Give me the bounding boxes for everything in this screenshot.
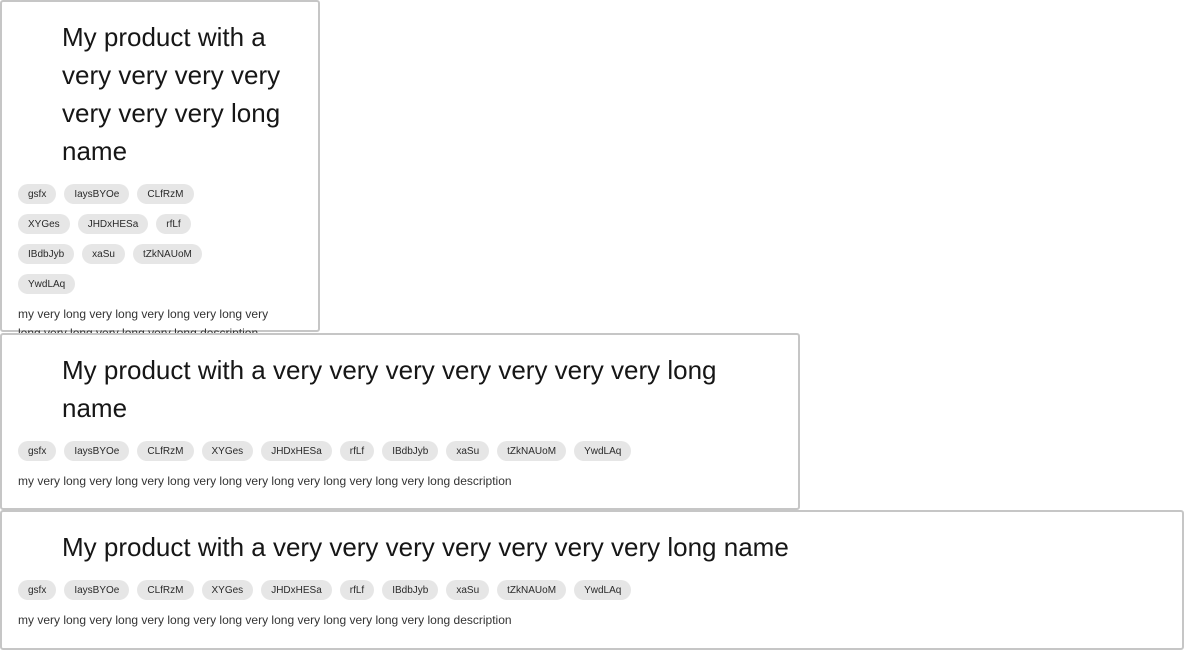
tag[interactable]: XYGes [201,441,254,461]
tag[interactable]: IaysBYOe [64,441,130,461]
tag[interactable]: YwdLAq [574,580,632,600]
tag[interactable]: rfLf [339,441,375,461]
tag[interactable]: YwdLAq [18,274,76,294]
tag[interactable]: IaysBYOe [64,184,130,204]
tag[interactable]: CLfRzM [137,441,194,461]
tag[interactable]: tZkNAUoM [497,441,567,461]
tag[interactable]: IBdbJyb [382,441,439,461]
tag[interactable]: xaSu [82,244,125,264]
product-description: my very long very long very long very lo… [18,613,512,627]
tag[interactable]: IBdbJyb [382,580,439,600]
product-title: My product with a very very very very ve… [62,532,789,562]
tag[interactable]: tZkNAUoM [497,580,567,600]
tag[interactable]: rfLf [156,214,191,234]
tag-list: gsfx IaysBYOe CLfRzM XYGes JHDxHESa rfLf… [18,580,1182,610]
tag[interactable]: rfLf [339,580,375,600]
tag[interactable]: CLfRzM [137,580,194,600]
product-card[interactable]: My product with a very very very very ve… [0,510,1184,650]
tag[interactable]: YwdLAq [574,441,632,461]
tag[interactable]: JHDxHESa [261,580,332,600]
tag[interactable]: gsfx [18,441,57,461]
product-title: My product with a very very very very ve… [62,355,717,423]
tag[interactable]: CLfRzM [137,184,194,204]
tag[interactable]: JHDxHESa [77,214,149,234]
tag[interactable]: XYGes [201,580,254,600]
tag[interactable]: IaysBYOe [64,580,130,600]
tag[interactable]: JHDxHESa [261,441,332,461]
product-title: My product with a very very very very ve… [62,22,281,166]
tag[interactable]: gsfx [18,580,57,600]
product-card[interactable]: My product with a very very very very ve… [0,333,800,510]
tag[interactable]: xaSu [446,580,490,600]
product-card[interactable]: My product with a very very very very ve… [0,0,320,340]
tag[interactable]: XYGes [18,214,70,234]
tag-list: gsfx IaysBYOe CLfRzM XYGes JHDxHESa rfLf… [18,184,318,304]
tag-list: gsfx IaysBYOe CLfRzM XYGes JHDxHESa rfLf… [18,441,798,471]
tag[interactable]: IBdbJyb [18,244,75,264]
tag[interactable]: tZkNAUoM [132,244,202,264]
tag[interactable]: xaSu [446,441,490,461]
product-description: my very long very long very long very lo… [18,474,512,488]
tag[interactable]: gsfx [18,184,57,204]
